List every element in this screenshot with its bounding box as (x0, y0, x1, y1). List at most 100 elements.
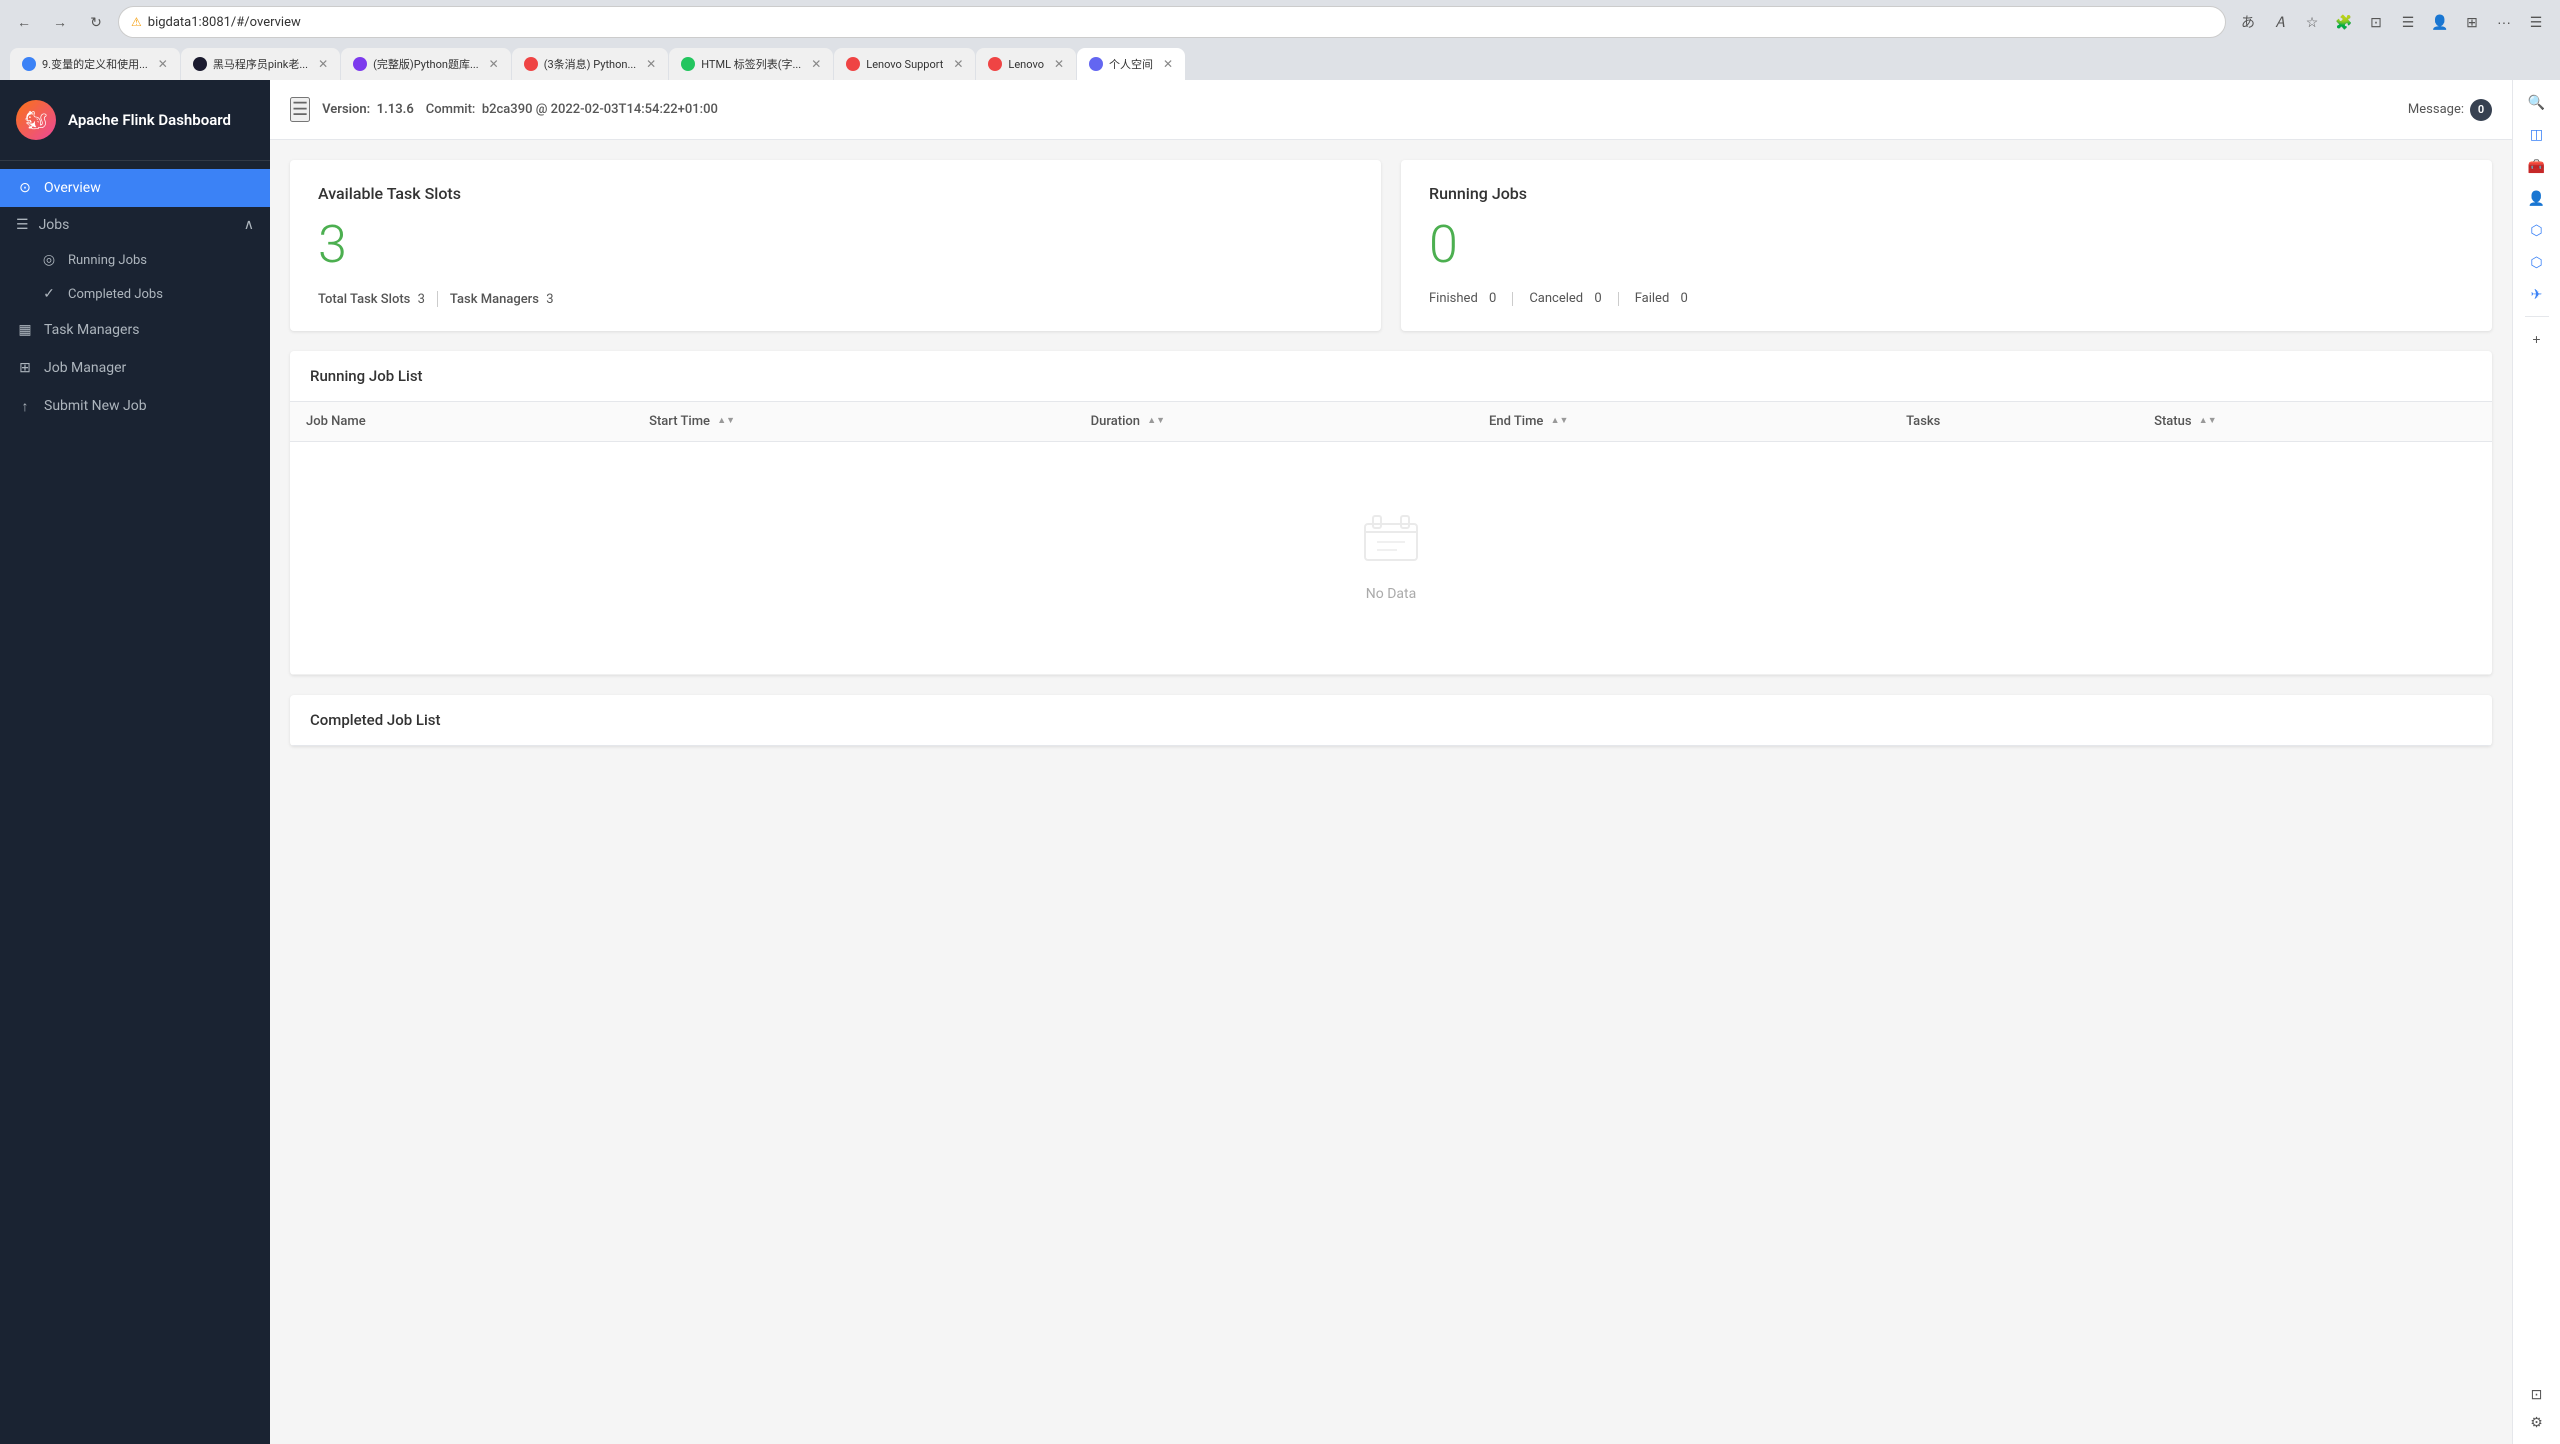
canceled-value: 0 (1594, 291, 1601, 306)
col-end-time: End Time ▲▼ (1473, 402, 1890, 442)
read-button[interactable]: 𝐴 (2266, 8, 2294, 36)
overview-icon: ⊙ (16, 179, 34, 197)
translate-button[interactable]: あ (2234, 8, 2262, 36)
content-area: Available Task Slots 3 Total Task Slots … (270, 140, 2512, 1444)
right-icon-5[interactable]: ⬡ (2523, 248, 2551, 276)
close-sidebar-button[interactable]: ☰ (2522, 8, 2550, 36)
sidebar-item-overview[interactable]: ⊙ Overview (0, 169, 270, 207)
profile-button[interactable]: 👤 (2426, 8, 2454, 36)
right-icon-1[interactable]: ◫ (2523, 120, 2551, 148)
task-managers-icon: ▦ (16, 321, 34, 339)
main-area: ☰ Version: 1.13.6 Commit: b2ca390 @ 2022… (270, 80, 2512, 1444)
sidebar-overview-label: Overview (44, 180, 101, 196)
failed-stat: Failed 0 (1635, 291, 1688, 306)
version-label: Version: (322, 102, 370, 117)
no-data-text: No Data (326, 586, 2456, 602)
tab-1[interactable]: 9.变量的定义和使用... ✕ (10, 48, 180, 80)
sort-end-time-icon[interactable]: ▲▼ (1551, 417, 1569, 426)
canceled-stat: Canceled 0 (1529, 291, 1601, 306)
running-jobs-title: Running Jobs (1429, 184, 2464, 203)
col-start-time-label: Start Time (649, 414, 710, 429)
col-job-name-label: Job Name (306, 414, 366, 429)
tab-3[interactable]: (完整版)Python题库... ✕ (341, 48, 511, 80)
sidebar-item-submit-new-job[interactable]: ↑ Submit New Job (0, 387, 270, 425)
no-data-cell: No Data (290, 442, 2492, 675)
header-right: Message: 0 (2408, 99, 2492, 121)
app-title: Apache Flink Dashboard (68, 111, 231, 129)
col-tasks: Tasks (1890, 402, 2138, 442)
split-button[interactable]: ⊡ (2362, 8, 2390, 36)
finished-value: 0 (1489, 291, 1496, 306)
right-icon-4[interactable]: ⬡ (2523, 216, 2551, 244)
sidebar-jobs-section[interactable]: ☰ Jobs ∧ (0, 207, 270, 243)
tab-2[interactable]: 黑马程序员pink老... ✕ (181, 48, 340, 80)
jobs-icon: ☰ (16, 217, 29, 233)
sidebar: 🐿 Apache Flink Dashboard ⊙ Overview ☰ Jo… (0, 80, 270, 1444)
message-badge: 0 (2470, 99, 2492, 121)
running-jobs-card: Running Jobs 0 Finished 0 Canceled 0 (1401, 160, 2492, 331)
finished-label: Finished (1429, 291, 1478, 306)
running-jobs-value: 0 (1429, 219, 2464, 271)
running-job-list-block: Running Job List Job Name Start Time ▲▼ (290, 351, 2492, 675)
running-job-list-header: Running Job List (290, 351, 2492, 402)
url-text: bigdata1:8081/#/overview (148, 15, 2213, 30)
commit-value: b2ca390 @ 2022-02-03T14:54:22+01:00 (482, 102, 718, 117)
chevron-icon: ∧ (244, 217, 254, 233)
address-bar[interactable]: ⚠ bigdata1:8081/#/overview (118, 6, 2226, 38)
collections-button[interactable]: ☰ (2394, 8, 2422, 36)
sidebar-item-completed-jobs[interactable]: ✓ Completed Jobs (20, 277, 270, 311)
running-job-table-wrapper: Job Name Start Time ▲▼ Duration ▲▼ (290, 402, 2492, 675)
available-task-slots-value: 3 (318, 219, 1353, 271)
total-task-slots-label: Total Task Slots 3 (318, 292, 425, 307)
right-search-button[interactable]: 🔍 (2523, 88, 2551, 116)
hamburger-button[interactable]: ☰ (290, 97, 310, 122)
task-managers-footer-value: 3 (546, 292, 553, 307)
completed-jobs-icon: ✓ (40, 285, 58, 303)
total-task-slots-value: 3 (418, 292, 425, 307)
right-icon-2[interactable]: 🧰 (2523, 152, 2551, 180)
app-logo-icon: 🐿 (16, 100, 56, 140)
sort-start-time-icon[interactable]: ▲▼ (717, 417, 735, 426)
running-stats: Finished 0 Canceled 0 Failed 0 (1429, 291, 2464, 306)
tab-6[interactable]: Lenovo Support ✕ (834, 48, 975, 80)
completed-job-list-header: Completed Job List (290, 695, 2492, 746)
sort-duration-icon[interactable]: ▲▼ (1147, 417, 1165, 426)
extensions-button[interactable]: 🧩 (2330, 8, 2358, 36)
right-panel: 🔍 ◫ 🧰 👤 ⬡ ⬡ ✈ + ⊡ ⚙ (2512, 80, 2560, 1444)
running-job-table-head: Job Name Start Time ▲▼ Duration ▲▼ (290, 402, 2492, 442)
col-duration: Duration ▲▼ (1075, 402, 1473, 442)
tab-8[interactable]: 个人空间 ✕ (1077, 48, 1185, 80)
failed-label: Failed (1635, 291, 1670, 306)
available-task-slots-title: Available Task Slots (318, 184, 1353, 203)
app-container: 🐿 Apache Flink Dashboard ⊙ Overview ☰ Jo… (0, 80, 2560, 1444)
tab-5[interactable]: HTML 标签列表(字... ✕ (669, 48, 833, 80)
sidebar-item-running-jobs[interactable]: ◎ Running Jobs (20, 243, 270, 277)
message-label: Message: (2408, 102, 2464, 117)
right-scan-button[interactable]: ⊡ (2523, 1380, 2551, 1408)
commit-label: Commit: (426, 102, 476, 117)
col-duration-label: Duration (1091, 414, 1140, 429)
back-button[interactable]: ← (10, 8, 38, 36)
version-value: 1.13.6 (377, 102, 414, 117)
sort-status-icon[interactable]: ▲▼ (2199, 417, 2217, 426)
job-manager-icon: ⊞ (16, 359, 34, 377)
col-end-time-label: End Time (1489, 414, 1543, 429)
favorites-button[interactable]: ☆ (2298, 8, 2326, 36)
reload-button[interactable]: ↻ (82, 8, 110, 36)
canceled-label: Canceled (1529, 291, 1583, 306)
col-tasks-label: Tasks (1906, 414, 1940, 429)
sidebar-button[interactable]: ⊞ (2458, 8, 2486, 36)
completed-job-list-block: Completed Job List (290, 695, 2492, 746)
right-settings-button[interactable]: ⚙ (2523, 1408, 2551, 1436)
submit-job-icon: ↑ (16, 397, 34, 415)
running-job-table-header-row: Job Name Start Time ▲▼ Duration ▲▼ (290, 402, 2492, 442)
sidebar-item-job-manager[interactable]: ⊞ Job Manager (0, 349, 270, 387)
right-icon-6[interactable]: ✈ (2523, 280, 2551, 308)
more-button[interactable]: ··· (2490, 8, 2518, 36)
right-add-button[interactable]: + (2523, 325, 2551, 353)
forward-button[interactable]: → (46, 8, 74, 36)
tab-7[interactable]: Lenovo ✕ (976, 48, 1076, 80)
tab-4[interactable]: (3条消息) Python... ✕ (512, 48, 669, 80)
right-icon-3[interactable]: 👤 (2523, 184, 2551, 212)
sidebar-item-task-managers[interactable]: ▦ Task Managers (0, 311, 270, 349)
